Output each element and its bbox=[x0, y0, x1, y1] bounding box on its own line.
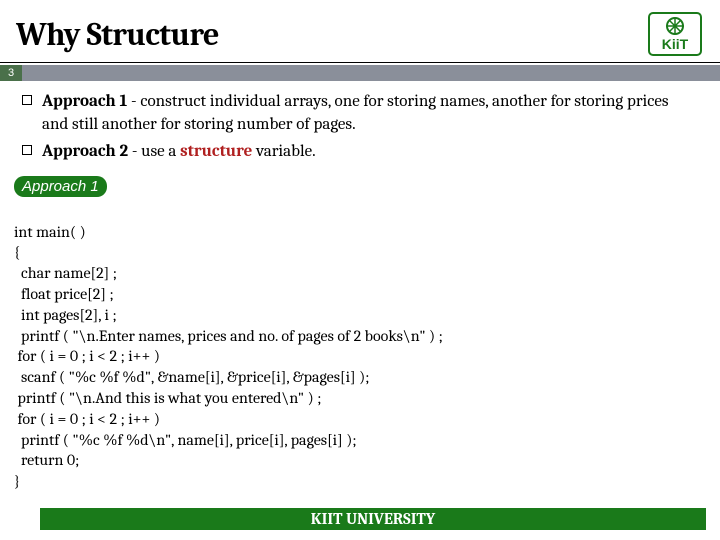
slide-number-bar: 3 bbox=[0, 65, 720, 81]
bullet-text-after: variable. bbox=[252, 142, 315, 161]
code-line: return 0; bbox=[14, 451, 79, 469]
bullet-item: Approach 2 - use a structure variable. bbox=[42, 141, 686, 164]
code-line: for ( i = 0 ; i < 2 ; i++ ) bbox=[14, 410, 160, 428]
bullet-text: - construct individual arrays, one for s… bbox=[42, 92, 669, 134]
slide-title: Why Structure bbox=[16, 16, 648, 53]
slide-bar-fill bbox=[22, 65, 720, 81]
code-section-label: Approach 1 bbox=[14, 176, 107, 197]
slide-number: 3 bbox=[0, 65, 22, 81]
bullet-text-before: - use a bbox=[128, 142, 180, 161]
code-line: float price[2] ; bbox=[14, 285, 114, 303]
code-line: int pages[2], i ; bbox=[14, 306, 117, 324]
code-line: printf ( "\n.And this is what you entere… bbox=[14, 389, 321, 407]
bullet-label: Approach 1 bbox=[42, 92, 127, 111]
svg-text:KiiT: KiiT bbox=[662, 36, 689, 52]
code-line: char name[2] ; bbox=[14, 264, 117, 282]
code-line: printf ( "\n.Enter names, prices and no.… bbox=[14, 327, 443, 345]
bullet-square-icon bbox=[22, 145, 32, 155]
title-row: Why Structure KiiT bbox=[0, 0, 720, 63]
bullet-label: Approach 2 bbox=[42, 142, 128, 161]
code-line: scanf ( "%c %f %d", &name[i], &price[i],… bbox=[14, 368, 369, 386]
bullet-square-icon bbox=[22, 95, 32, 105]
bullet-list: Approach 1 - construct individual arrays… bbox=[0, 81, 720, 174]
bullet-item: Approach 1 - construct individual arrays… bbox=[42, 91, 686, 137]
code-line: { bbox=[14, 243, 20, 261]
code-line: for ( i = 0 ; i < 2 ; i++ ) bbox=[14, 347, 160, 365]
code-block: int main( ) { char name[2] ; float price… bbox=[0, 201, 720, 492]
kiit-logo: KiiT bbox=[648, 12, 702, 56]
code-line: } bbox=[14, 472, 20, 490]
code-line: printf ( "%c %f %d\n", name[i], price[i]… bbox=[14, 431, 357, 449]
structure-keyword: structure bbox=[180, 142, 252, 161]
code-line: int main( ) bbox=[14, 223, 86, 241]
footer-bar: KIIT UNIVERSITY bbox=[40, 508, 706, 530]
